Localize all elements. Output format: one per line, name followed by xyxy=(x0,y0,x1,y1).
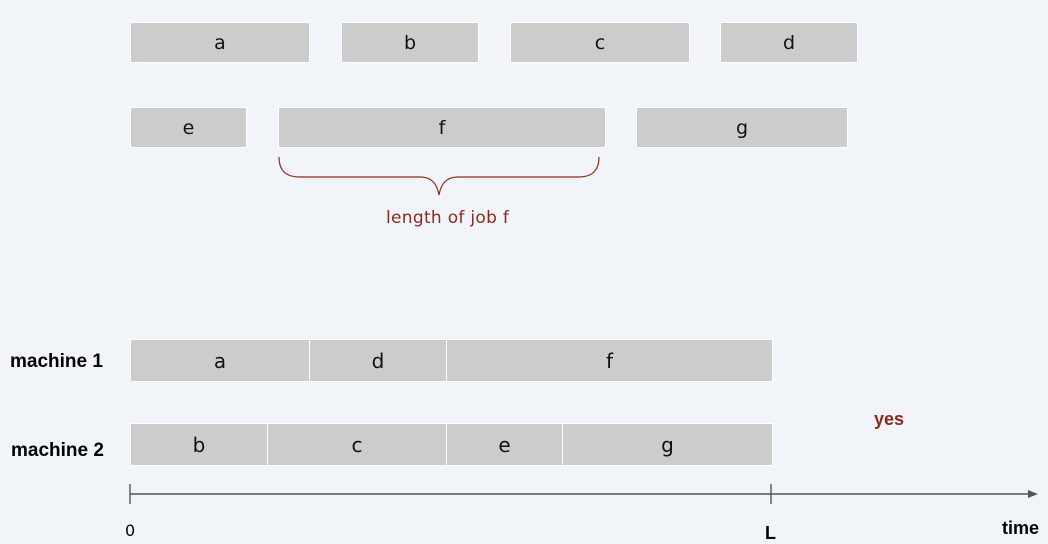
m2-job-g: g xyxy=(562,423,773,466)
m1-job-a: a xyxy=(130,339,310,382)
origin-label: 0 xyxy=(125,521,136,540)
m1-job-f: f xyxy=(446,339,773,382)
time-axis-label: time xyxy=(1002,518,1040,538)
m2-job-c: c xyxy=(267,423,447,466)
machine-1-label: machine 1 xyxy=(10,351,103,372)
machine-2-label: machine 2 xyxy=(11,440,104,461)
annotation-length-of-job: length of job f xyxy=(386,208,510,228)
m2-job-b: b xyxy=(130,423,268,466)
time-axis-arrowhead xyxy=(1028,490,1038,498)
m1-job-d: d xyxy=(309,339,447,382)
deadline-label: L xyxy=(765,523,776,543)
answer-yes: yes xyxy=(874,409,905,429)
m2-job-e: e xyxy=(446,423,563,466)
length-brace xyxy=(278,156,600,196)
